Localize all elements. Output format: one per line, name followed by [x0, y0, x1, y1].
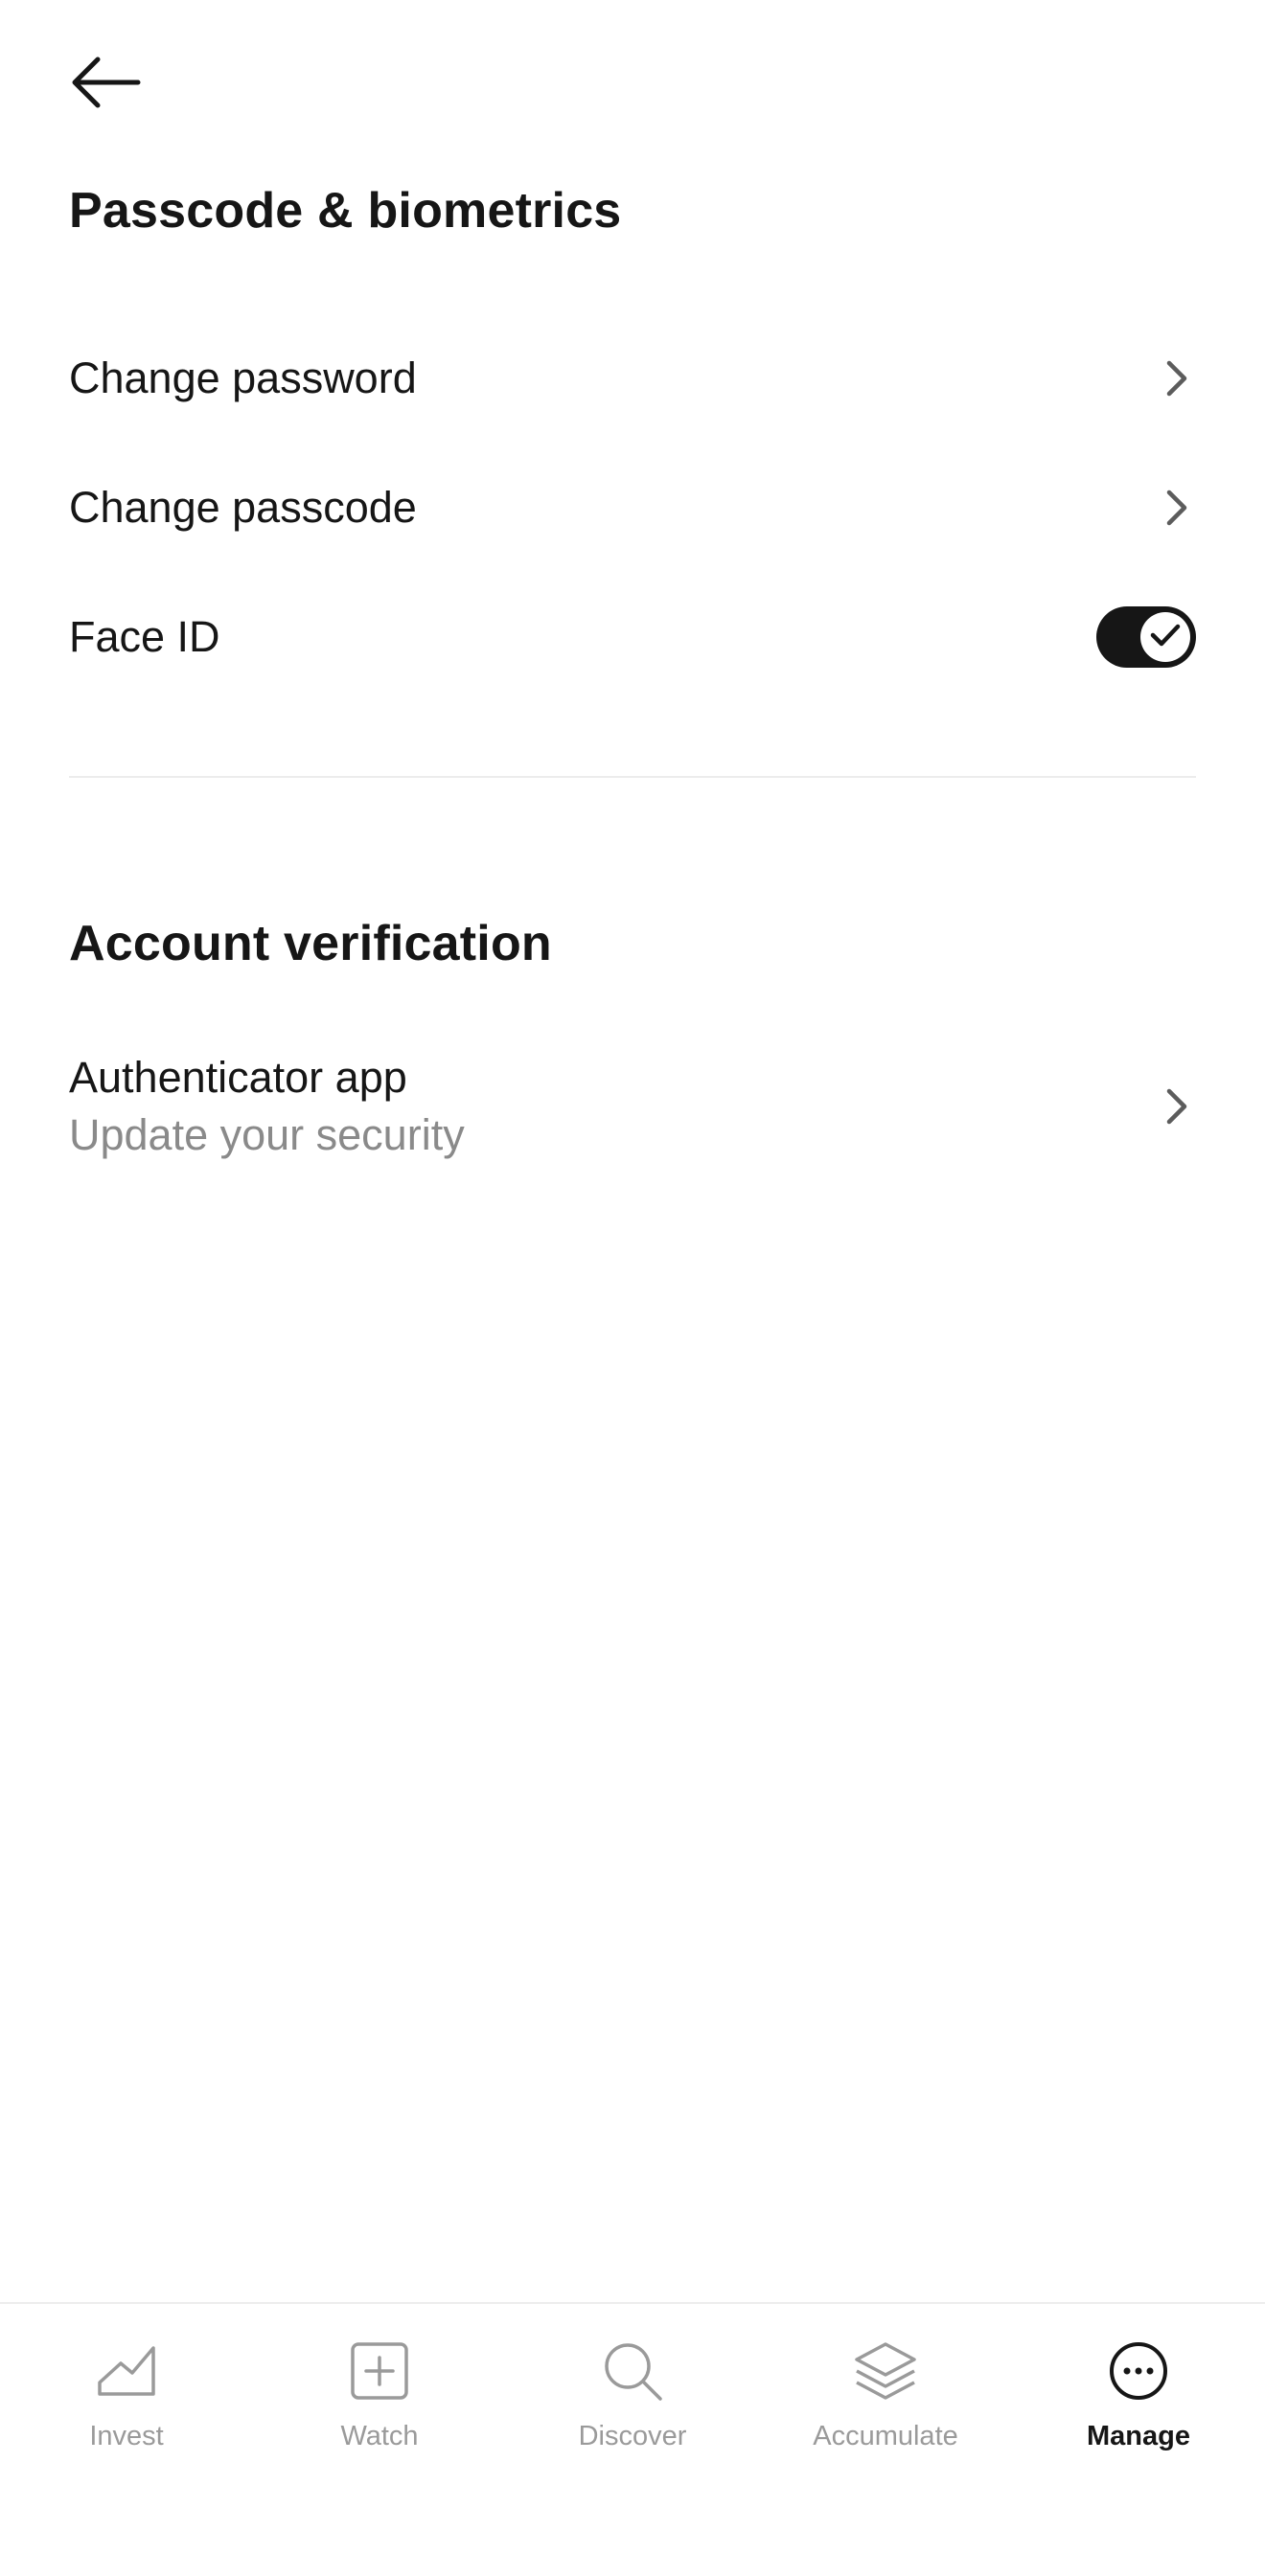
section-title-passcode: Passcode & biometrics: [69, 183, 622, 239]
bottom-tab-bar: Invest Watch Discover Accumulate Manage: [0, 2302, 1265, 2576]
back-button[interactable]: [69, 44, 150, 121]
security-settings-screen: Passcode & biometrics Change password Ch…: [0, 0, 1265, 2576]
tab-manage[interactable]: Manage: [1012, 2304, 1265, 2576]
change-password-label: Change password: [69, 353, 417, 402]
tab-label-invest: Invest: [89, 2421, 164, 2451]
change-passcode-row[interactable]: Change passcode: [69, 469, 1196, 546]
tab-accumulate[interactable]: Accumulate: [759, 2304, 1012, 2576]
authenticator-app-label: Authenticator app: [69, 1053, 407, 1102]
tab-label-manage: Manage: [1087, 2421, 1190, 2451]
face-id-toggle[interactable]: [1096, 606, 1196, 668]
face-id-label: Face ID: [69, 612, 220, 661]
more-circle-icon: [1104, 2337, 1173, 2405]
chevron-right-icon: [1158, 489, 1196, 527]
tab-label-discover: Discover: [578, 2421, 687, 2451]
change-passcode-label: Change passcode: [69, 483, 417, 532]
section-divider: [69, 776, 1196, 778]
authenticator-app-text: Authenticator app Update your security: [69, 1049, 465, 1164]
tab-invest[interactable]: Invest: [0, 2304, 253, 2576]
tab-label-watch: Watch: [340, 2421, 419, 2451]
toggle-knob: [1140, 612, 1190, 662]
chevron-right-icon: [1158, 359, 1196, 398]
layers-icon: [851, 2337, 920, 2405]
search-icon: [598, 2337, 667, 2405]
checkmark-icon: [1149, 622, 1182, 653]
plus-square-icon: [345, 2337, 414, 2405]
chart-line-icon: [92, 2337, 161, 2405]
change-password-row[interactable]: Change password: [69, 340, 1196, 417]
authenticator-app-row[interactable]: Authenticator app Update your security: [69, 1044, 1196, 1169]
section-title-verification: Account verification: [69, 916, 552, 971]
tab-label-accumulate: Accumulate: [813, 2421, 958, 2451]
tab-discover[interactable]: Discover: [506, 2304, 759, 2576]
arrow-left-icon: [69, 54, 142, 111]
face-id-row: Face ID: [69, 599, 1196, 675]
tab-watch[interactable]: Watch: [253, 2304, 506, 2576]
chevron-right-icon: [1158, 1087, 1196, 1126]
authenticator-app-subtitle: Update your security: [69, 1110, 465, 1159]
